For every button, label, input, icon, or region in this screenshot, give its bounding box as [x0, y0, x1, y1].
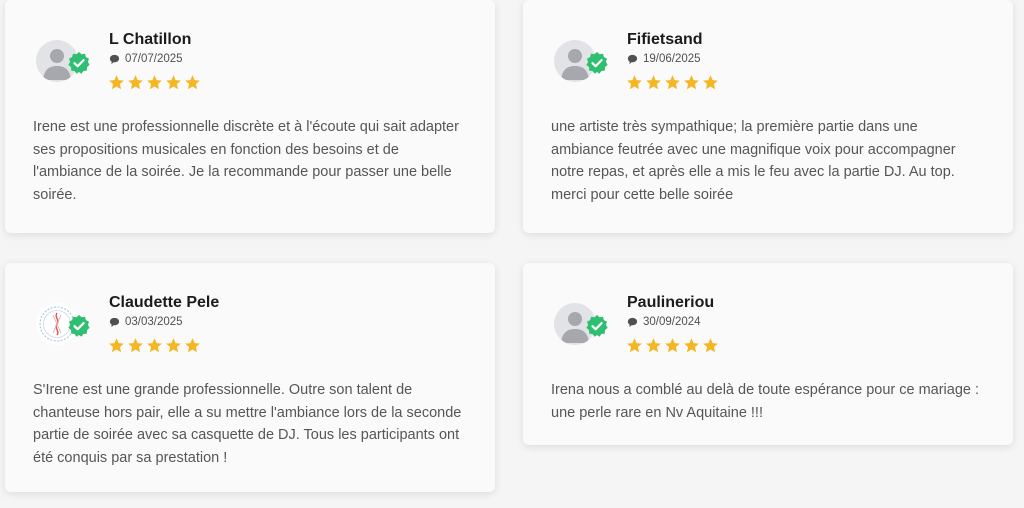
star-icon [703, 338, 718, 353]
review-date: 07/07/2025 [125, 53, 183, 65]
reviewer-name: L Chatillon [109, 31, 192, 48]
review-text: Irena nous a comblé au delà de toute esp… [551, 382, 980, 421]
reviewer-name: Claudette Pele [109, 294, 220, 311]
star-icon [128, 75, 143, 90]
verified-badge-icon [68, 315, 90, 337]
comment-icon [109, 317, 120, 327]
review-text: une artiste très sympathique; la premièr… [551, 119, 956, 203]
star-icon [147, 75, 162, 90]
review-meta: 07/07/2025 [109, 53, 183, 65]
star-rating [108, 337, 203, 354]
star-icon [166, 75, 181, 90]
star-icon [185, 338, 200, 353]
comment-icon [109, 54, 120, 64]
review-date: 19/06/2025 [643, 53, 701, 65]
review-card: L Chatillon 07/07/2025 Irene est une pro… [5, 0, 495, 233]
review-header: L Chatillon 07/07/2025 [33, 28, 467, 118]
star-icon [665, 75, 680, 90]
comment-icon [627, 317, 638, 327]
star-rating [108, 74, 203, 91]
comment-icon [627, 54, 638, 64]
review-meta: 03/03/2025 [109, 316, 183, 328]
star-icon [684, 338, 699, 353]
star-icon [684, 75, 699, 90]
star-icon [646, 338, 661, 353]
reviewer-name: Fifietsand [627, 31, 703, 48]
star-icon [646, 75, 661, 90]
review-card: Claudette Pele 03/03/2025 S'Irene est un… [5, 263, 495, 492]
star-rating [626, 337, 721, 354]
reviews-grid: L Chatillon 07/07/2025 Irene est une pro… [0, 0, 1024, 508]
reviewer-name: Paulineriou [627, 294, 715, 311]
verified-badge-icon [586, 315, 608, 337]
review-meta: 19/06/2025 [627, 53, 701, 65]
verified-badge-icon [68, 52, 90, 74]
star-icon [109, 75, 124, 90]
star-icon [166, 338, 181, 353]
review-text: S'Irene est une grande professionnelle. … [33, 382, 462, 466]
review-meta: 30/09/2024 [627, 316, 701, 328]
star-icon [128, 338, 143, 353]
star-icon [665, 338, 680, 353]
review-text: Irene est une professionnelle discrète e… [33, 119, 459, 203]
review-date: 03/03/2025 [125, 316, 183, 328]
review-header: Paulineriou 30/09/2024 [551, 291, 985, 381]
star-icon [627, 75, 642, 90]
star-icon [627, 338, 642, 353]
review-header: Claudette Pele 03/03/2025 [33, 291, 467, 381]
verified-badge-icon [586, 52, 608, 74]
star-icon [185, 75, 200, 90]
star-icon [109, 338, 124, 353]
review-header: Fifietsand 19/06/2025 [551, 28, 985, 118]
review-card: Fifietsand 19/06/2025 une artiste très s… [523, 0, 1013, 233]
review-card: Paulineriou 30/09/2024 Irena nous a comb… [523, 263, 1013, 445]
star-rating [626, 74, 721, 91]
review-date: 30/09/2024 [643, 316, 701, 328]
star-icon [147, 338, 162, 353]
star-icon [703, 75, 718, 90]
